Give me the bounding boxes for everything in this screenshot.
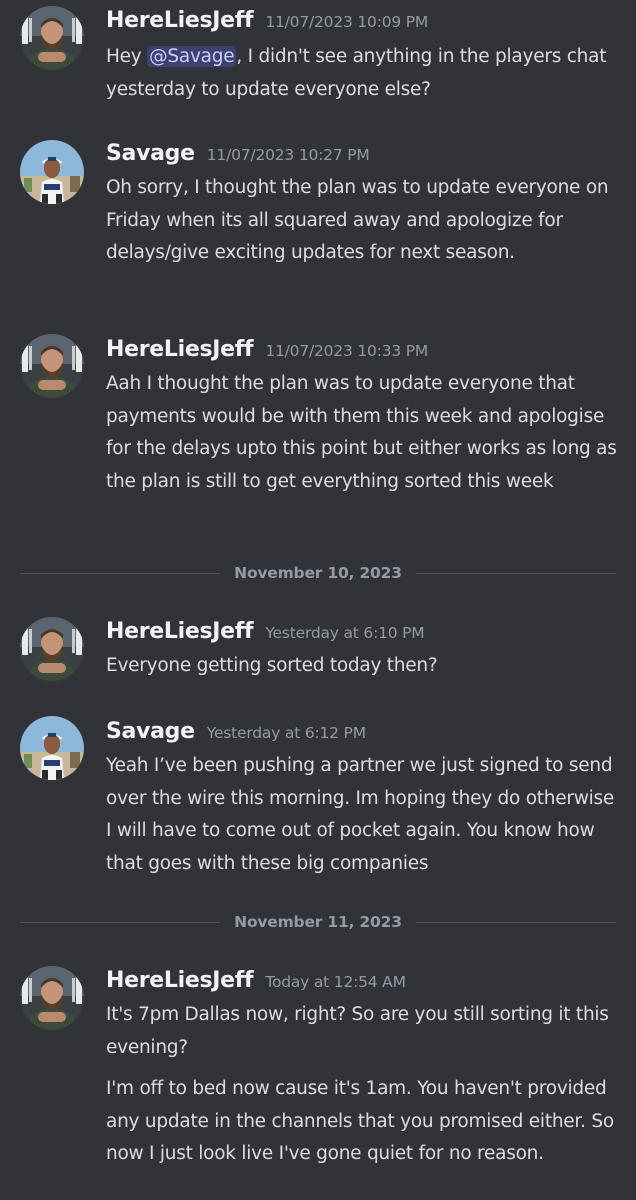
username[interactable]: HereLiesJeff	[106, 8, 254, 33]
message-text: Oh sorry, I thought the plan was to upda…	[106, 177, 609, 263]
timestamp: Yesterday at 6:10 PM	[265, 624, 425, 642]
date-divider: November 10, 2023	[20, 561, 616, 585]
message-text-followup: I'm off to bed now cause it's 1am. You h…	[106, 1078, 614, 1164]
bearded-man-avatar-icon	[20, 6, 84, 70]
avatar[interactable]	[20, 617, 84, 681]
timestamp: 11/07/2023 10:09 PM	[265, 13, 429, 31]
message-text: Aah I thought the plan was to update eve…	[106, 373, 617, 492]
avatar[interactable]	[20, 140, 84, 204]
divider-date-label: November 10, 2023	[234, 564, 402, 582]
bearded-man-avatar-icon	[20, 617, 84, 681]
bearded-man-avatar-icon	[20, 334, 84, 398]
date-divider: November 11, 2023	[20, 910, 616, 934]
timestamp: 11/07/2023 10:27 PM	[206, 146, 370, 164]
avatar[interactable]	[20, 334, 84, 398]
avatar[interactable]	[20, 6, 84, 70]
divider-line	[416, 922, 616, 923]
username[interactable]: HereLiesJeff	[106, 337, 254, 362]
timestamp: 11/07/2023 10:33 PM	[265, 342, 429, 360]
username[interactable]: HereLiesJeff	[106, 619, 254, 644]
message-header: HereLiesJeff Yesterday at 6:10 PM	[106, 619, 425, 644]
message-text-part: Hey	[106, 46, 148, 67]
bearded-man-avatar-icon	[20, 966, 84, 1030]
timestamp: Yesterday at 6:12 PM	[206, 724, 366, 742]
message-text: Hey @Savage, I didn't see anything in th…	[106, 41, 618, 106]
timestamp: Today at 12:54 AM	[265, 973, 406, 991]
message-text: It's 7pm Dallas now, right? So are you s…	[106, 1004, 609, 1058]
message-header: Savage 11/07/2023 10:27 PM	[106, 141, 370, 166]
avatar[interactable]	[20, 966, 84, 1030]
message-header: Savage Yesterday at 6:12 PM	[106, 719, 366, 744]
message-text: Yeah I’ve been pushing a partner we just…	[106, 755, 615, 874]
username[interactable]: Savage	[106, 141, 195, 166]
divider-line	[20, 922, 220, 923]
message-text: Everyone getting sorted today then?	[106, 655, 438, 676]
divider-date-label: November 11, 2023	[234, 913, 402, 931]
user-mention[interactable]: @Savage	[147, 46, 237, 67]
message-header: HereLiesJeff Today at 12:54 AM	[106, 968, 406, 993]
avatar[interactable]	[20, 716, 84, 780]
username[interactable]: Savage	[106, 719, 195, 744]
divider-line	[20, 573, 220, 574]
divider-line	[416, 573, 616, 574]
message-header: HereLiesJeff 11/07/2023 10:09 PM	[106, 8, 428, 33]
message-header: HereLiesJeff 11/07/2023 10:33 PM	[106, 337, 428, 362]
username[interactable]: HereLiesJeff	[106, 968, 254, 993]
man-in-cap-avatar-icon	[20, 140, 84, 204]
man-in-cap-avatar-icon	[20, 716, 84, 780]
